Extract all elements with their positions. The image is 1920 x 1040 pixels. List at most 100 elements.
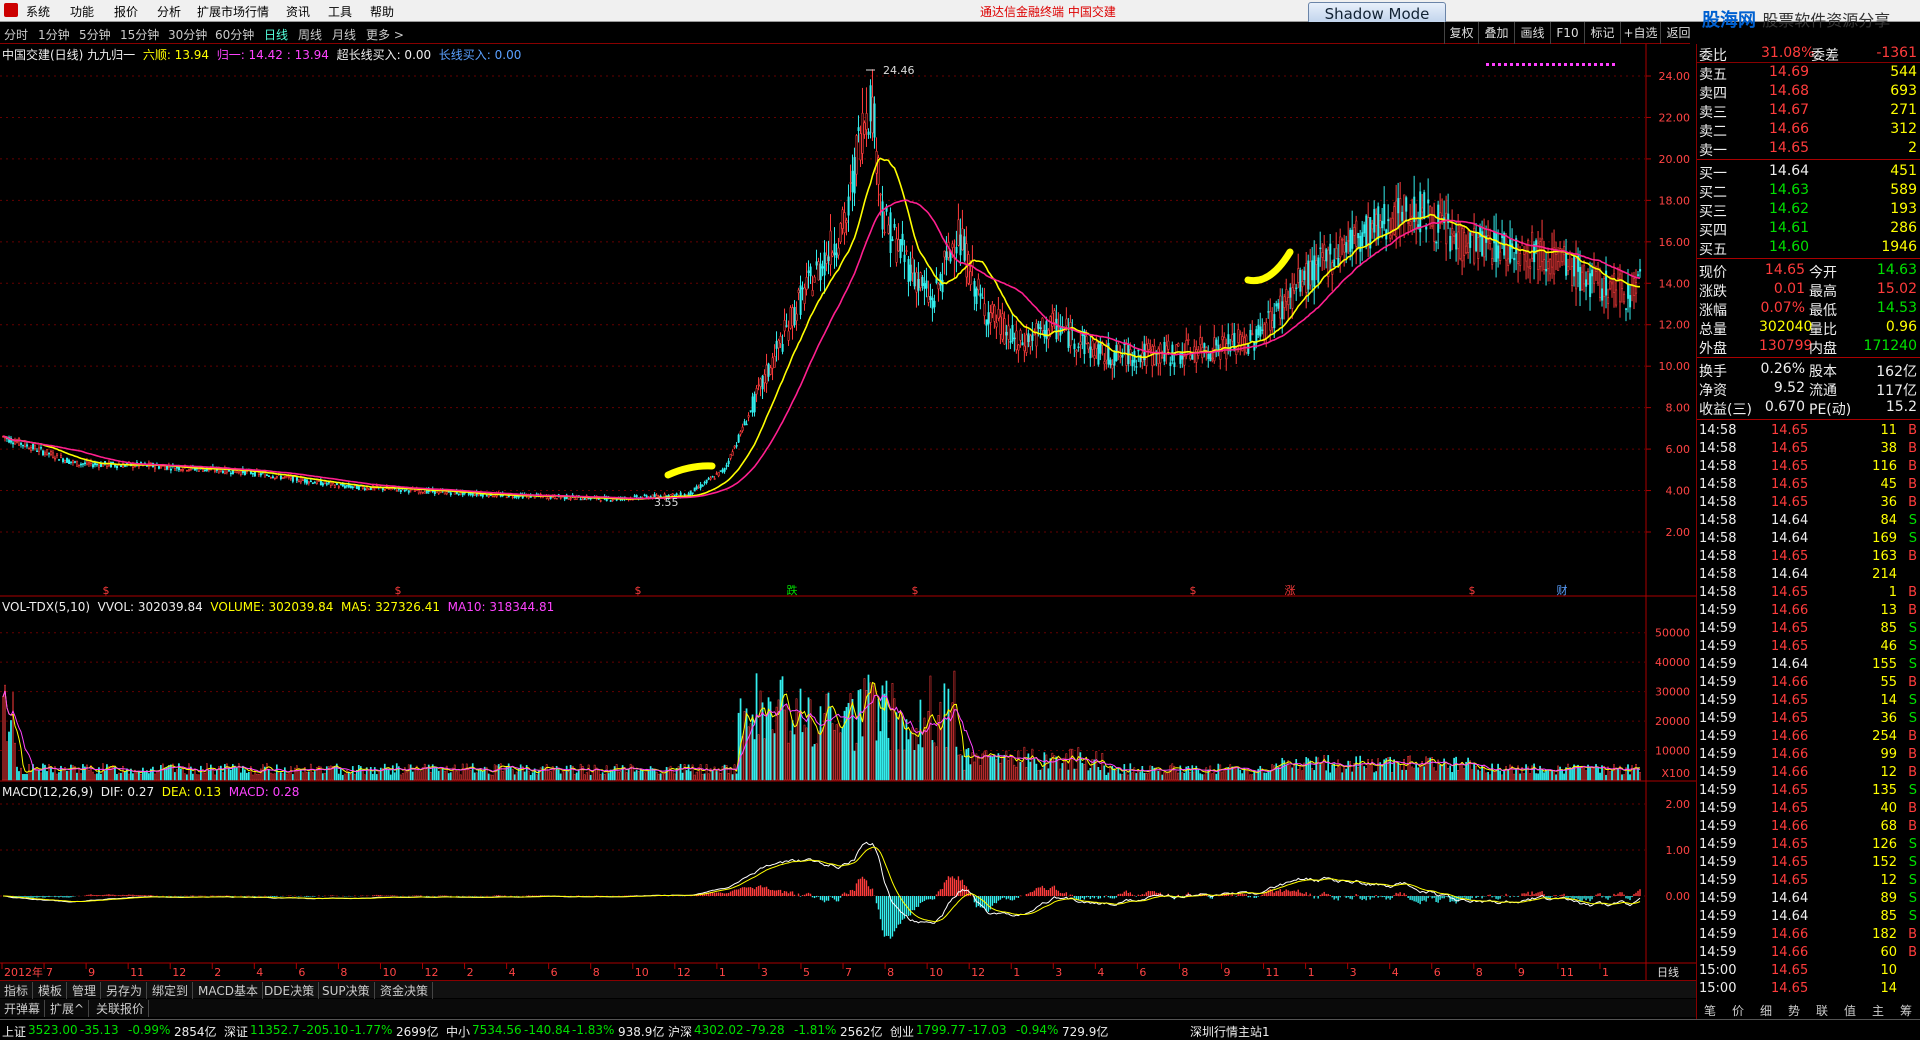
volume-bar [1141, 766, 1144, 781]
tick-direction: B [1908, 801, 1917, 816]
volume-bar [1615, 767, 1617, 781]
stat-value: 0.96 [1885, 319, 1917, 335]
volume-bar [228, 768, 230, 781]
indicator-tab[interactable]: 指标 [0, 982, 34, 999]
date-label: 3 [1350, 966, 1357, 979]
kline-candle [1221, 336, 1224, 341]
kline-candle [399, 489, 402, 493]
volume-bar [1041, 768, 1044, 781]
volume-bar [1009, 754, 1012, 781]
volume-bar [903, 749, 906, 781]
server-status[interactable]: 深圳行情主站1 [1190, 1023, 1270, 1040]
volume-bar [843, 710, 846, 781]
kline-candle [423, 491, 426, 494]
indicator-tab[interactable]: 模板 [34, 982, 68, 999]
tick-time: 15:00 [1699, 963, 1737, 978]
extra-tab[interactable]: 扩展^ [46, 1000, 90, 1017]
stat-label: PE(动) [1809, 402, 1852, 418]
tick-direction: S [1908, 873, 1917, 888]
volume-bar [1131, 772, 1134, 781]
volume-bar [186, 774, 188, 781]
kline-candle [635, 495, 638, 498]
volume-bar [379, 767, 382, 781]
volume-bar [1331, 764, 1334, 781]
kline-candle [1189, 355, 1192, 360]
volume-bar [46, 771, 48, 781]
kline-candle [94, 462, 97, 466]
volume-bar [835, 724, 838, 781]
date-label: 10 [635, 966, 649, 979]
tick-time: 14:58 [1699, 423, 1737, 438]
kline-candle [271, 476, 274, 479]
kline-candle [1209, 352, 1212, 362]
index-pct: -1.81% [794, 1023, 837, 1037]
kline-candle [567, 498, 570, 500]
indicator-tab[interactable]: MACD基本 [194, 982, 263, 999]
signal-mark: 跌 [787, 583, 798, 597]
volume-bar [723, 764, 726, 781]
index-amount: 2562亿 [840, 1025, 883, 1039]
volume-bar [599, 774, 602, 781]
side-tab[interactable]: 联 [1808, 1002, 1836, 1019]
index-name: 深证 [224, 1025, 249, 1039]
kline-candle [1495, 231, 1498, 262]
bid-qty: 286 [1890, 220, 1917, 236]
indicator-tab[interactable]: 绑定到 [148, 982, 194, 999]
index-value: 7534.56 [472, 1023, 522, 1037]
indicator-tab[interactable]: 管理 [68, 982, 102, 999]
signal-dot [1588, 63, 1591, 66]
volume-bar [1635, 763, 1637, 781]
volume-bar [891, 683, 894, 781]
tick-volume: 135 [1872, 783, 1897, 798]
date-label: 9 [88, 966, 95, 979]
kline-candle [929, 296, 932, 300]
kline-candle [1423, 192, 1426, 220]
indicator-tab[interactable]: 资金决策 [376, 982, 434, 999]
side-tab[interactable]: 主 [1864, 1002, 1892, 1019]
volume-bar [1033, 758, 1036, 781]
tick-direction: B [1908, 423, 1917, 438]
volume-bar [1409, 755, 1411, 781]
indicator-tab[interactable]: DDE决策 [260, 982, 320, 999]
kline-chart[interactable]: 24.0022.0020.0018.0016.0014.0012.0010.00… [0, 0, 1696, 980]
kline-candle [1603, 278, 1606, 298]
side-tab[interactable]: 细 [1752, 1002, 1780, 1019]
ask-qty: 2 [1908, 140, 1917, 156]
volume-bar [1535, 773, 1537, 781]
side-tab[interactable]: 值 [1836, 1002, 1864, 1019]
volume-bar [909, 731, 912, 781]
tick-price: 14.65 [1771, 459, 1809, 474]
kline-candle [853, 157, 856, 194]
side-tab[interactable]: 价 [1724, 1002, 1752, 1019]
kline-candle [1315, 260, 1318, 265]
volume-bar [1337, 759, 1340, 781]
kline-candle [841, 209, 844, 229]
side-tab[interactable]: 势 [1780, 1002, 1808, 1019]
kline-candle [50, 451, 53, 455]
volume-bar [224, 764, 226, 781]
indicator-tab[interactable]: 另存为 [102, 982, 148, 999]
kline-candle [1069, 321, 1072, 347]
tick-row: 14:59 14.65 12 S [1697, 872, 1920, 890]
kline-candle [1343, 244, 1346, 253]
side-tab[interactable]: 筹 [1892, 1002, 1920, 1019]
kline-candle [1085, 335, 1088, 344]
indicator-tab[interactable]: SUP决策 [318, 982, 375, 999]
volume-bar [194, 768, 196, 781]
extra-tab[interactable]: 开弹幕 [0, 1000, 46, 1017]
volume-bar [861, 736, 864, 781]
date-label: 9 [1518, 966, 1525, 979]
date-label: 1 [1308, 966, 1315, 979]
tick-price: 14.65 [1771, 585, 1809, 600]
volume-bar [325, 766, 328, 781]
extra-tab[interactable]: 关联报价 [92, 1000, 150, 1017]
tick-time: 14:59 [1699, 621, 1737, 636]
volume-bar [1499, 770, 1501, 781]
kline-candle [1459, 225, 1462, 260]
side-tab[interactable]: 笔 [1696, 1002, 1724, 1019]
kline-candle [407, 490, 410, 493]
tick-price: 14.65 [1771, 963, 1809, 978]
kline-candle [457, 493, 460, 495]
signal-dot [1552, 63, 1555, 66]
volume-bar [813, 744, 816, 781]
